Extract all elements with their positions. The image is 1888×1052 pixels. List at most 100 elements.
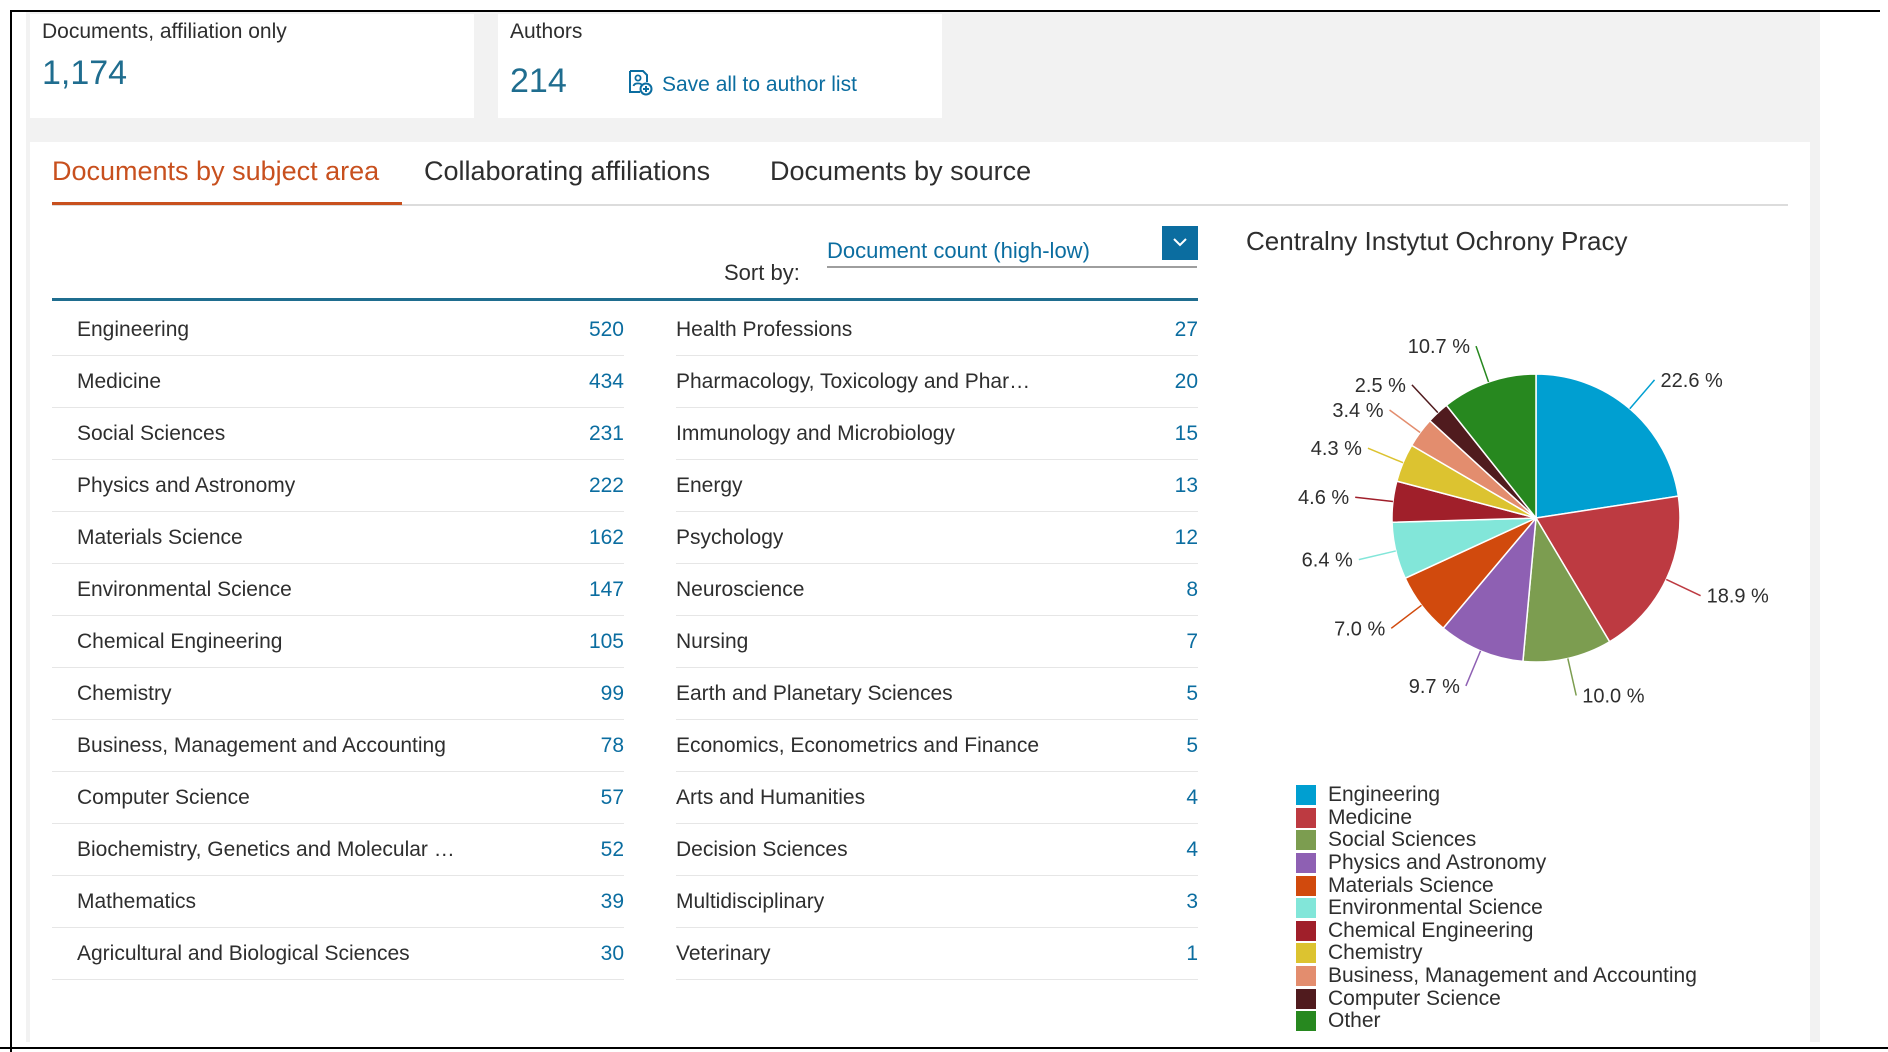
- subject-document-count[interactable]: 15: [1175, 422, 1198, 446]
- legend-item[interactable]: Other: [1296, 1010, 1697, 1033]
- subject-name: Medicine: [77, 369, 162, 393]
- subject-row[interactable]: Chemical Engineering 105: [52, 616, 624, 668]
- subject-row[interactable]: Agricultural and Biological Sciences 30: [52, 928, 624, 980]
- subject-row[interactable]: Social Sciences 231: [52, 408, 624, 460]
- subject-name: Economics, Econometrics and Finance: [676, 733, 1039, 757]
- legend-label: Business, Management and Accounting: [1328, 964, 1697, 988]
- subject-row[interactable]: Veterinary 1: [676, 928, 1198, 980]
- legend-item[interactable]: Computer Science: [1296, 987, 1697, 1010]
- legend-label: Environmental Science: [1328, 896, 1543, 920]
- legend-item[interactable]: Environmental Science: [1296, 897, 1697, 920]
- subject-row[interactable]: Energy 13: [676, 460, 1198, 512]
- subject-name: Chemical Engineering: [77, 629, 283, 653]
- pie-label-leader: [1389, 409, 1421, 434]
- save-all-to-author-list-label: Save all to author list: [662, 72, 857, 96]
- subject-name: Pharmacology, Toxicology and Phar…: [676, 369, 1031, 393]
- pie-percent-label: 4.3 %: [1311, 438, 1362, 460]
- subject-row[interactable]: Earth and Planetary Sciences 5: [676, 668, 1198, 720]
- legend-item[interactable]: Medicine: [1296, 806, 1697, 830]
- subject-row[interactable]: Immunology and Microbiology 15: [676, 408, 1198, 460]
- subject-document-count[interactable]: 222: [589, 474, 624, 498]
- subject-document-count[interactable]: 162: [589, 526, 624, 550]
- subject-document-count[interactable]: 13: [1175, 474, 1198, 498]
- subject-row[interactable]: Multidisciplinary 3: [676, 876, 1198, 928]
- subject-document-count[interactable]: 12: [1175, 526, 1198, 550]
- subject-row[interactable]: Chemistry 99: [52, 668, 624, 720]
- subject-row[interactable]: Medicine 434: [52, 356, 624, 408]
- legend-swatch: [1296, 920, 1316, 941]
- subject-name: Mathematics: [77, 889, 197, 913]
- subject-row[interactable]: Pharmacology, Toxicology and Phar… 20: [676, 356, 1198, 408]
- authors-label: Authors: [510, 20, 583, 43]
- subject-document-count[interactable]: 7: [1186, 630, 1198, 654]
- subject-document-count[interactable]: 57: [601, 786, 624, 810]
- subject-row[interactable]: Materials Science 162: [52, 512, 624, 564]
- subject-document-count[interactable]: 4: [1186, 786, 1198, 810]
- subject-document-count[interactable]: 4: [1186, 838, 1198, 862]
- subject-row[interactable]: Psychology 12: [676, 512, 1198, 564]
- subject-row[interactable]: Computer Science 57: [52, 772, 624, 824]
- subject-row[interactable]: Neuroscience 8: [676, 564, 1198, 616]
- subject-name: Veterinary: [676, 941, 771, 965]
- subject-document-count[interactable]: 30: [601, 942, 624, 966]
- subject-row[interactable]: Engineering 520: [52, 304, 624, 356]
- subject-row[interactable]: Biochemistry, Genetics and Molecular … 52: [52, 824, 624, 876]
- legend-swatch: [1296, 943, 1316, 964]
- subject-document-count[interactable]: 8: [1186, 578, 1198, 602]
- legend-item[interactable]: Business, Management and Accounting: [1296, 965, 1697, 988]
- pie-label-leader: [1367, 447, 1404, 464]
- subject-document-count[interactable]: 20: [1175, 370, 1198, 394]
- subject-row[interactable]: Physics and Astronomy 222: [52, 460, 624, 512]
- subject-document-count[interactable]: 3: [1186, 890, 1198, 914]
- legend-item[interactable]: Materials Science: [1296, 874, 1697, 897]
- pie-label-leader: [1665, 578, 1701, 597]
- subject-document-count[interactable]: 52: [601, 838, 624, 862]
- subject-document-count[interactable]: 147: [589, 578, 624, 602]
- subject-row[interactable]: Mathematics 39: [52, 876, 624, 928]
- subject-document-count[interactable]: 39: [601, 890, 624, 914]
- subject-name: Computer Science: [77, 785, 250, 809]
- legend-swatch: [1296, 875, 1316, 896]
- subject-document-count[interactable]: 27: [1175, 318, 1198, 342]
- subject-document-count[interactable]: 99: [601, 682, 624, 706]
- legend-item[interactable]: Social Sciences: [1296, 829, 1697, 852]
- legend-label: Chemical Engineering: [1328, 918, 1534, 942]
- tab-collaborating-affiliations[interactable]: Collaborating affiliations: [424, 156, 710, 187]
- subject-row[interactable]: Economics, Econometrics and Finance 5: [676, 720, 1198, 772]
- subject-name: Engineering: [77, 317, 190, 341]
- subject-row[interactable]: Decision Sciences 4: [676, 824, 1198, 876]
- pie-label-leader: [1567, 658, 1577, 696]
- pie-percent-label: 4.6 %: [1298, 487, 1349, 509]
- pie-label-leader: [1475, 345, 1490, 383]
- subject-document-count[interactable]: 5: [1186, 682, 1198, 706]
- legend-item[interactable]: Physics and Astronomy: [1296, 852, 1697, 875]
- sort-dropdown-button[interactable]: [1162, 226, 1198, 260]
- legend-item[interactable]: Engineering: [1296, 784, 1697, 807]
- subject-name: Decision Sciences: [676, 837, 848, 861]
- subject-row[interactable]: Arts and Humanities 4: [676, 772, 1198, 824]
- subject-name: Arts and Humanities: [676, 785, 866, 809]
- subject-row[interactable]: Nursing 7: [676, 616, 1198, 668]
- subject-document-count[interactable]: 105: [589, 630, 624, 654]
- subject-document-count[interactable]: 1: [1186, 942, 1198, 966]
- tab-documents-by-source[interactable]: Documents by source: [770, 156, 1031, 187]
- legend-item[interactable]: Chemistry: [1296, 942, 1697, 965]
- save-all-to-author-list-button[interactable]: Save all to author list: [626, 68, 857, 101]
- subject-document-count[interactable]: 78: [601, 734, 624, 758]
- subject-name: Social Sciences: [77, 421, 226, 445]
- sort-by-label: Sort by:: [724, 260, 800, 285]
- subject-row[interactable]: Business, Management and Accounting 78: [52, 720, 624, 772]
- subject-row[interactable]: Health Professions 27: [676, 304, 1198, 356]
- subject-document-count[interactable]: 231: [589, 422, 624, 446]
- subject-row[interactable]: Environmental Science 147: [52, 564, 624, 616]
- tab-documents-by-subject-area[interactable]: Documents by subject area: [52, 156, 379, 187]
- subject-document-count[interactable]: 520: [589, 318, 624, 342]
- subject-document-count[interactable]: 434: [589, 370, 624, 394]
- pie-slice[interactable]: [1535, 373, 1680, 519]
- legend-swatch: [1296, 898, 1316, 919]
- subject-name: Physics and Astronomy: [77, 473, 296, 497]
- sort-select-value: Document count (high-low): [827, 238, 1090, 263]
- sort-select[interactable]: Document count (high-low): [827, 224, 1197, 268]
- subject-document-count[interactable]: 5: [1186, 734, 1198, 758]
- legend-item[interactable]: Chemical Engineering: [1296, 918, 1697, 943]
